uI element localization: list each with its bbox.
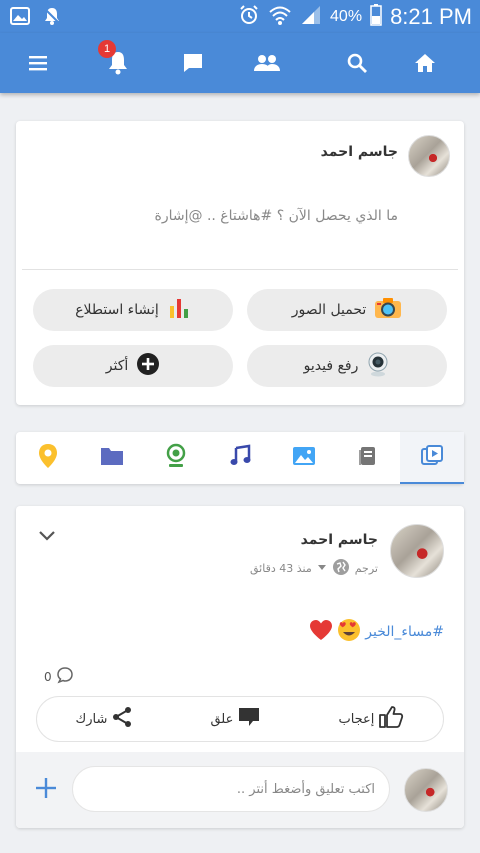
signal-icon xyxy=(300,4,322,30)
clock: 8:21 PM xyxy=(390,4,472,29)
alarm-icon xyxy=(238,4,260,30)
tab-files[interactable] xyxy=(80,432,144,484)
menu-icon[interactable] xyxy=(22,47,54,79)
comment-bar: اكتب تعليق وأضغط أنتر .. xyxy=(16,752,464,828)
thumbs-up-icon xyxy=(378,705,404,733)
search-icon[interactable] xyxy=(341,47,373,79)
avatar[interactable] xyxy=(408,135,450,177)
bell-off-notification-icon xyxy=(42,6,62,30)
tab-places[interactable] xyxy=(16,432,80,484)
app-bar xyxy=(0,33,480,93)
tab-videos[interactable] xyxy=(144,432,208,484)
globe-icon xyxy=(332,558,350,579)
people-icon[interactable] xyxy=(251,47,283,79)
tab-music[interactable] xyxy=(208,432,272,484)
create-poll-button[interactable]: إنشاء استطلاع xyxy=(33,289,233,331)
post-filter-tabs xyxy=(16,432,464,484)
comment-bubble-icon xyxy=(56,666,74,687)
upload-photos-label: تحميل الصور xyxy=(291,302,367,318)
create-poll-label: إنشاء استطلاع xyxy=(75,302,159,318)
music-icon xyxy=(228,444,252,472)
commenter-avatar xyxy=(404,768,448,812)
post-body: #مساء_الخير xyxy=(309,618,444,646)
heart-eyes-emoji-icon xyxy=(337,618,361,646)
post-actions: إعجاب علق شارك xyxy=(36,696,444,742)
comment-count-value: 0 xyxy=(44,669,52,684)
home-icon[interactable] xyxy=(409,47,441,79)
post-options-chevron-down-icon[interactable] xyxy=(36,524,58,550)
webcam-icon xyxy=(164,443,188,473)
photo-icon xyxy=(291,444,317,472)
camera-icon xyxy=(374,296,402,324)
upload-video-label: رفع فيديو xyxy=(303,358,359,374)
share-label: شارك xyxy=(75,711,108,727)
post-meta: ترجم منذ 43 دقائق xyxy=(250,558,378,579)
webcam-video-icon xyxy=(366,351,390,381)
like-label: إعجاب xyxy=(338,711,375,727)
upload-video-button[interactable]: رفع فيديو xyxy=(247,345,447,387)
status-bar: 40% 8:21 PM xyxy=(0,0,480,33)
post-time: منذ 43 دقائق xyxy=(250,562,312,575)
chat-icon[interactable] xyxy=(177,47,209,79)
image-notification-icon xyxy=(10,6,30,30)
post-card: جاسم احمد ترجم منذ 43 دقائق #مساء_الخير … xyxy=(16,506,464,828)
privacy-dropdown-chevron-down-icon[interactable] xyxy=(317,562,327,575)
upload-photos-button[interactable]: تحميل الصور xyxy=(247,289,447,331)
notification-badge: 1 xyxy=(98,40,116,58)
battery-percent: 40% xyxy=(330,8,363,25)
comment-label: علق xyxy=(210,711,234,727)
translate-link[interactable]: ترجم xyxy=(355,562,378,575)
more-button[interactable]: أكثر xyxy=(33,345,233,387)
more-label: أكثر xyxy=(105,358,129,374)
wifi-icon xyxy=(268,4,292,30)
comment-icon xyxy=(237,705,261,733)
post-author-name[interactable]: جاسم احمد xyxy=(301,532,378,548)
battery-icon xyxy=(370,4,382,30)
divider xyxy=(22,269,458,270)
like-button[interactable]: إعجاب xyxy=(338,705,404,733)
share-button[interactable]: شارك xyxy=(76,706,134,732)
composer-user-name[interactable]: جاسم احمد xyxy=(321,144,398,160)
bar-chart-icon xyxy=(167,296,191,324)
location-icon xyxy=(37,443,59,473)
share-icon xyxy=(111,706,133,732)
comment-input[interactable]: اكتب تعليق وأضغط أنتر .. xyxy=(72,766,390,812)
folder-icon xyxy=(99,445,125,471)
plus-circle-icon xyxy=(136,352,160,380)
tab-articles[interactable] xyxy=(336,432,400,484)
hashtag-link[interactable]: #مساء_الخير xyxy=(365,624,444,640)
comment-button[interactable]: علق xyxy=(210,705,261,733)
all-posts-icon xyxy=(419,443,445,473)
tab-photos[interactable] xyxy=(272,432,336,484)
composer-card: جاسم احمد ما الذي يحصل الآن ؟ #هاشتاغ ..… xyxy=(16,121,464,405)
add-attachment-plus-icon[interactable] xyxy=(34,776,58,804)
comment-count[interactable]: 0 xyxy=(44,666,74,687)
composer-input[interactable]: ما الذي يحصل الآن ؟ #هاشتاغ .. @إشارة xyxy=(155,208,398,224)
red-heart-emoji-icon xyxy=(309,619,333,645)
tab-all-posts[interactable] xyxy=(400,432,464,484)
book-icon xyxy=(356,444,380,472)
post-author-avatar[interactable] xyxy=(390,524,444,578)
